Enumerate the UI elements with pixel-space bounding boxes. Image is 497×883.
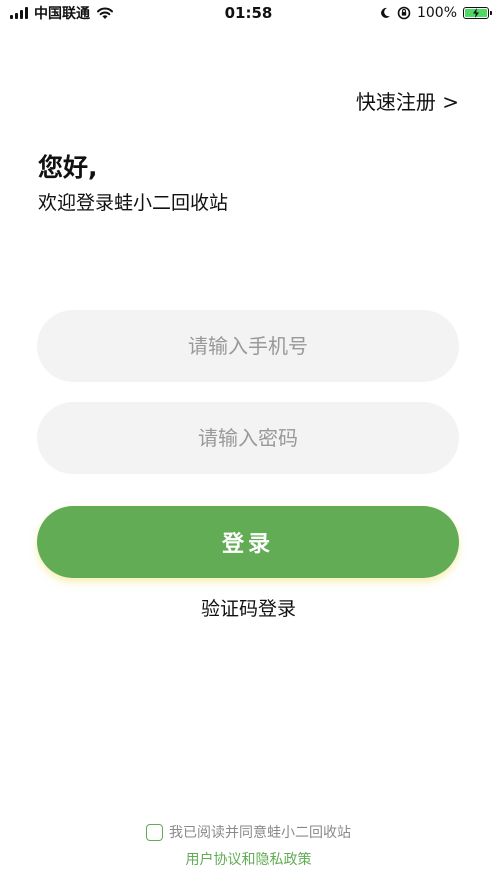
password-input[interactable] [37,402,459,474]
moon-icon [381,7,390,18]
agreement-checkbox[interactable] [146,823,163,841]
agreement-text: 我已阅读并同意蛙小二回收站 [169,825,351,841]
status-bar: 中国联通 01:58 100% [0,0,497,28]
greeting-title: 您好, [38,153,98,182]
welcome-subtitle: 欢迎登录蛙小二回收站 [38,192,229,214]
battery-icon [463,7,492,19]
battery-percent: 100% [416,5,457,21]
code-login-link[interactable]: 验证码登录 [0,594,497,621]
rotation-lock-icon [397,6,411,20]
status-right: 100% [379,4,492,22]
charging-icon [473,8,479,18]
agreement-policy-link[interactable]: 用户协议和隐私政策 [0,849,497,869]
phone-input[interactable] [37,310,459,382]
agreement-row: 我已阅读并同意蛙小二回收站 [0,822,497,842]
login-button[interactable]: 登录 [37,506,459,578]
quick-register-link[interactable]: 快速注册 > [356,86,459,115]
